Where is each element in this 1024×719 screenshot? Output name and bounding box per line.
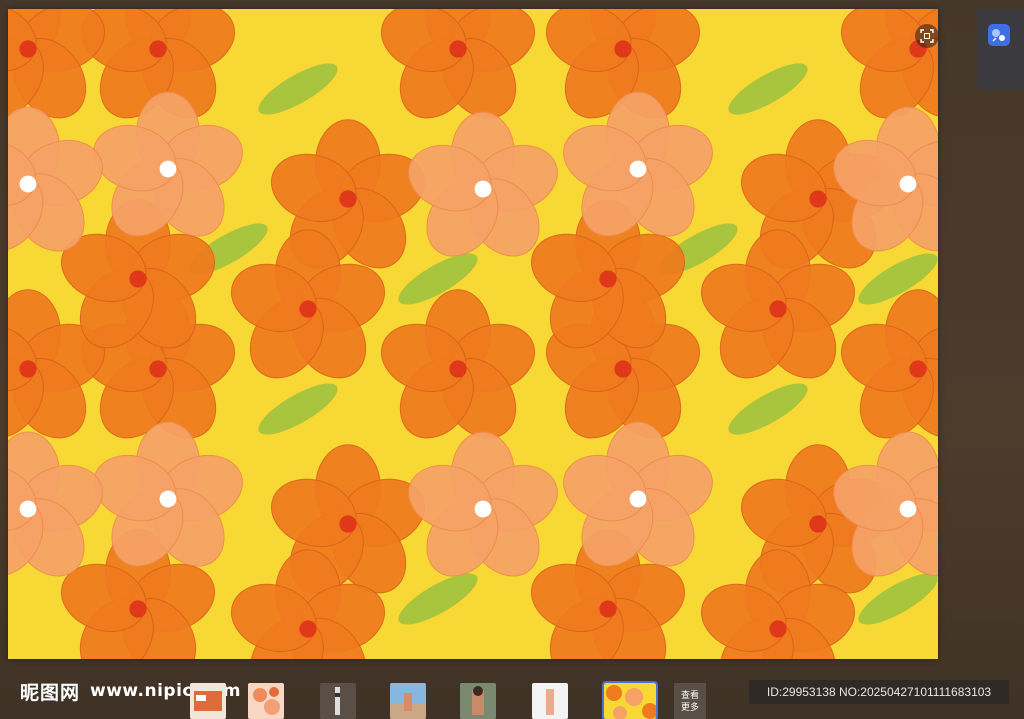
logo-text: 昵图网 <box>20 681 81 704</box>
sparkle-app-icon <box>988 24 1010 46</box>
view-more-label-2: 更多 <box>680 702 699 712</box>
image-viewer: 昵图网 www.nipic.com 查看 更多 ID:29953138 NO:2… <box>0 0 1024 719</box>
fullscreen-icon <box>920 29 934 43</box>
main-image[interactable] <box>8 9 938 659</box>
thumbnail[interactable] <box>532 683 568 719</box>
flower-pattern-image <box>8 9 938 659</box>
view-more-label-1: 查看 <box>680 690 699 700</box>
bottom-bar: 昵图网 www.nipic.com 查看 更多 ID:29953138 NO:2… <box>0 665 1024 719</box>
image-id-label: ID:29953138 NO:20250427101111683103 <box>749 680 1009 704</box>
thumbnail[interactable] <box>460 683 496 719</box>
side-panel[interactable] <box>977 9 1024 89</box>
thumbnail[interactable] <box>390 683 426 719</box>
fullscreen-button[interactable] <box>915 24 938 48</box>
view-more-button[interactable]: 查看 更多 <box>674 683 706 719</box>
thumbnail[interactable] <box>248 683 284 719</box>
thumbnail[interactable] <box>190 683 226 719</box>
thumbnail[interactable] <box>320 683 356 719</box>
thumbnail-active[interactable] <box>602 681 658 719</box>
